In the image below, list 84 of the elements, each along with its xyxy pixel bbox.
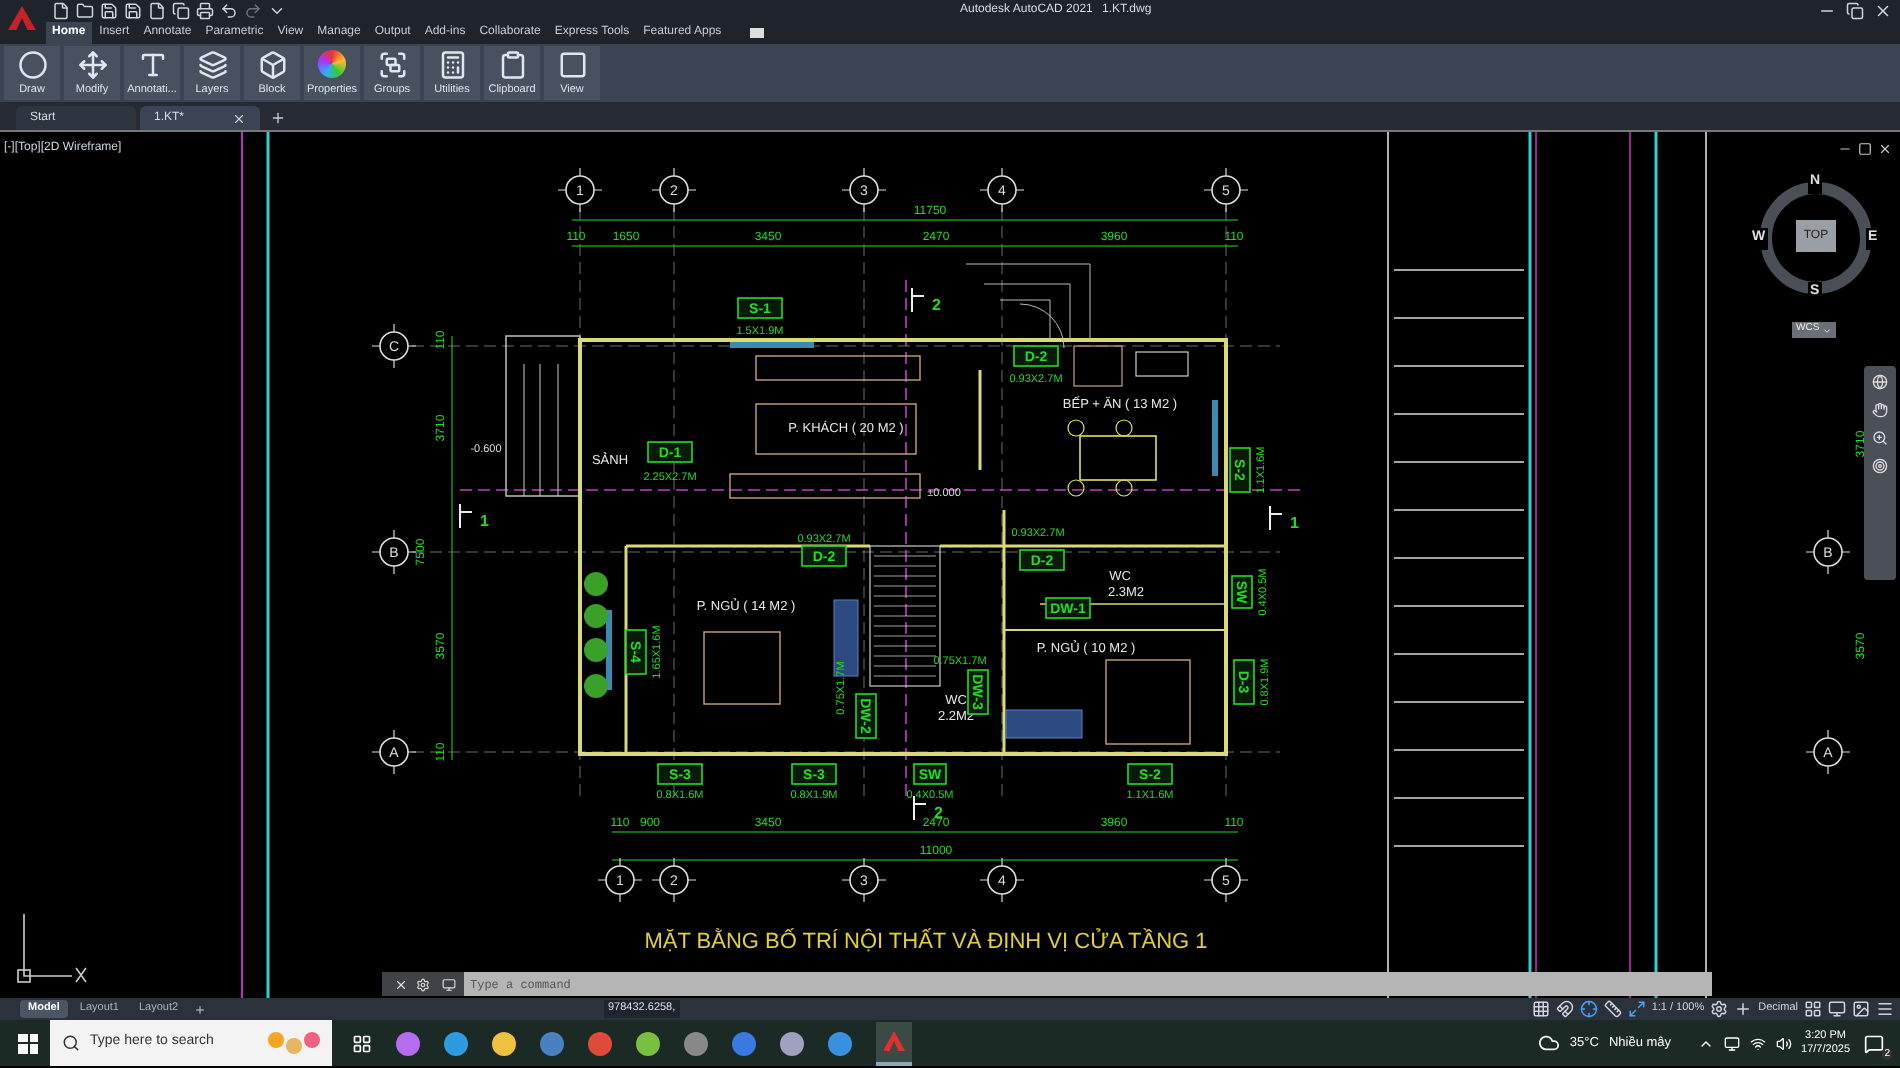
annotation-scale-icon[interactable] bbox=[1627, 1000, 1646, 1018]
settings-icon[interactable] bbox=[416, 977, 430, 991]
section-mark: 1 bbox=[459, 503, 489, 530]
isolate-icon[interactable] bbox=[1852, 1000, 1870, 1018]
new-file-icon[interactable] bbox=[52, 1, 70, 19]
clipboard-icon bbox=[497, 50, 527, 80]
color-wheel-icon bbox=[318, 50, 346, 78]
autocad-taskbar-icon[interactable] bbox=[876, 1021, 912, 1065]
plus-icon[interactable] bbox=[1734, 1000, 1753, 1018]
calculator-icon bbox=[437, 50, 467, 80]
add-layout-icon[interactable] bbox=[194, 1003, 207, 1015]
weather-icon[interactable] bbox=[1537, 1032, 1560, 1054]
windows-start-icon[interactable] bbox=[18, 1033, 38, 1053]
taskbar-app-icon[interactable] bbox=[396, 1031, 420, 1055]
search-icon bbox=[62, 1034, 80, 1052]
caret-icon bbox=[1821, 325, 1832, 335]
document-icon[interactable] bbox=[148, 1, 166, 19]
bed bbox=[1105, 659, 1191, 745]
ucs-icon bbox=[17, 913, 87, 983]
close-icon[interactable] bbox=[1878, 142, 1892, 156]
entrance-steps-drawing bbox=[965, 263, 1091, 349]
save-icon[interactable] bbox=[100, 1, 118, 19]
workspace-icon[interactable] bbox=[749, 28, 764, 38]
dining-table-drawing bbox=[1067, 419, 1157, 497]
view-icon bbox=[557, 50, 587, 80]
minimize-icon[interactable] bbox=[1838, 142, 1852, 156]
taskbar-app-icon[interactable] bbox=[444, 1031, 468, 1055]
bed bbox=[703, 631, 781, 705]
section-mark: 2 bbox=[911, 287, 941, 314]
zoom-icon[interactable] bbox=[1872, 430, 1888, 446]
properties-icon[interactable] bbox=[1804, 1000, 1822, 1018]
save-as-icon[interactable] bbox=[124, 1, 142, 19]
taskbar-app-icon[interactable] bbox=[828, 1031, 852, 1055]
close-icon[interactable] bbox=[1874, 2, 1892, 20]
print-icon[interactable] bbox=[196, 1, 214, 19]
close-tab-icon[interactable] bbox=[232, 111, 246, 125]
window-pane bbox=[1212, 400, 1218, 476]
wardrobe bbox=[1005, 709, 1083, 739]
taskbar-app-icon[interactable] bbox=[732, 1031, 756, 1055]
taskbar-app-icon[interactable] bbox=[780, 1031, 804, 1055]
taskbar-app-icon[interactable] bbox=[540, 1031, 564, 1055]
device-icon[interactable] bbox=[1723, 1035, 1740, 1051]
circle-icon bbox=[17, 50, 47, 80]
plant bbox=[584, 674, 608, 698]
move-icon bbox=[77, 50, 107, 80]
osnap-icon[interactable] bbox=[1579, 1000, 1598, 1018]
maximize-icon[interactable] bbox=[1858, 142, 1872, 156]
plant bbox=[584, 572, 608, 596]
close-icon[interactable] bbox=[394, 977, 408, 991]
redo-icon[interactable] bbox=[244, 1, 262, 19]
taskbar-app-icon[interactable] bbox=[492, 1031, 516, 1055]
kitchen-counter bbox=[1073, 345, 1123, 387]
snap-icon[interactable] bbox=[1555, 1000, 1574, 1018]
plant bbox=[584, 638, 608, 662]
task-view-icon[interactable] bbox=[352, 1033, 372, 1053]
block-icon bbox=[257, 50, 287, 80]
new-tab-icon[interactable] bbox=[270, 110, 286, 126]
group-icon bbox=[377, 50, 407, 80]
ortho-icon[interactable] bbox=[1603, 1000, 1622, 1018]
layers-icon bbox=[197, 50, 227, 80]
notification-icon bbox=[1864, 1033, 1884, 1053]
taskbar-app-icon[interactable] bbox=[588, 1031, 612, 1055]
window-pane bbox=[730, 342, 814, 348]
sink bbox=[1135, 351, 1189, 377]
plant bbox=[584, 604, 608, 628]
menu-icon[interactable] bbox=[1876, 1000, 1894, 1018]
pan-icon[interactable] bbox=[1872, 402, 1888, 418]
network-icon[interactable] bbox=[1749, 1035, 1766, 1051]
display-icon[interactable] bbox=[1828, 1000, 1846, 1018]
taskbar-app-icon[interactable] bbox=[636, 1031, 660, 1055]
emoji-decoration-icon bbox=[268, 1032, 320, 1054]
drawing-title: MẶT BẰNG BỐ TRÍ NỘI THẤT VÀ ĐỊNH VỊ CỬA TẦNG 1 bbox=[644, 930, 1208, 954]
grid-icon[interactable] bbox=[1531, 1000, 1550, 1018]
undo-icon[interactable] bbox=[220, 1, 238, 19]
section-mark: 1 bbox=[1269, 505, 1299, 532]
open-folder-icon[interactable] bbox=[76, 1, 94, 19]
text-icon bbox=[137, 50, 167, 80]
restore-icon[interactable] bbox=[1846, 2, 1864, 20]
taskbar-app-icon[interactable] bbox=[684, 1031, 708, 1055]
orbit-icon[interactable] bbox=[1872, 458, 1888, 474]
volume-icon[interactable] bbox=[1775, 1035, 1792, 1051]
history-icon[interactable] bbox=[442, 977, 456, 991]
wheel-icon[interactable] bbox=[1872, 374, 1888, 390]
settings-icon[interactable] bbox=[1710, 1000, 1729, 1018]
